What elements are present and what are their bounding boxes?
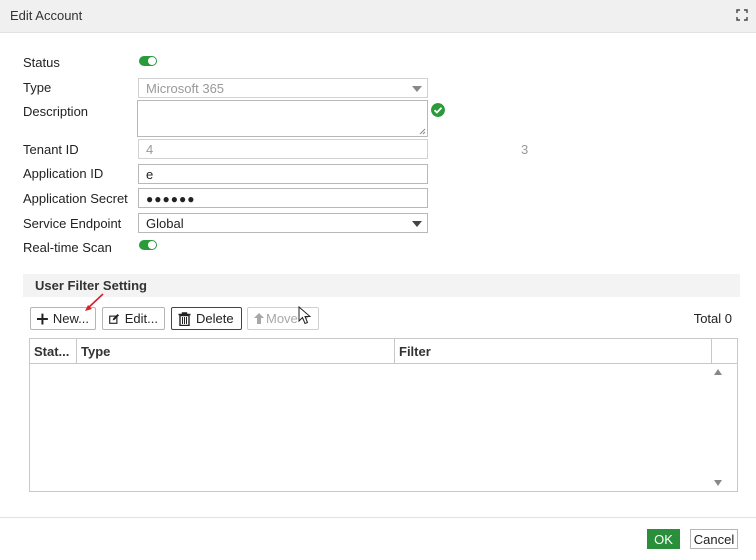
- type-label: Type: [23, 80, 52, 95]
- ok-button[interactable]: OK: [647, 529, 680, 549]
- dialog-titlebar: Edit Account: [0, 0, 756, 33]
- tenant-id-input[interactable]: 4 3: [138, 139, 528, 159]
- tenant-id-value-end: 3: [521, 142, 529, 157]
- type-select[interactable]: Microsoft 365: [138, 78, 428, 98]
- table-header: Stat... Type Filter: [30, 339, 737, 364]
- description-textarea[interactable]: [137, 100, 428, 137]
- checkmark-circle-icon: [431, 103, 445, 117]
- service-endpoint-value: Global: [146, 216, 184, 231]
- application-secret-value: ●●●●●●: [146, 192, 196, 206]
- realtime-scan-label: Real-time Scan: [23, 240, 112, 255]
- plus-icon: [37, 313, 48, 324]
- description-label: Description: [23, 104, 89, 119]
- application-id-label: Application ID: [23, 166, 104, 181]
- scroll-up-icon[interactable]: [714, 369, 722, 375]
- type-select-value: Microsoft 365: [146, 81, 225, 96]
- move-button-label: Move: [266, 311, 298, 326]
- delete-button-label: Delete: [196, 311, 234, 326]
- dialog-title: Edit Account: [10, 8, 83, 23]
- application-id-input[interactable]: e: [138, 164, 428, 184]
- section-title: User Filter Setting: [35, 278, 147, 293]
- resize-grip-icon[interactable]: [419, 128, 426, 135]
- expand-icon[interactable]: [736, 9, 748, 21]
- chevron-down-icon: [412, 86, 422, 92]
- column-header-type[interactable]: Type: [77, 339, 395, 363]
- chevron-down-icon: [412, 221, 422, 227]
- service-endpoint-select[interactable]: Global: [138, 213, 428, 233]
- edit-button-label: Edit...: [124, 311, 158, 326]
- column-header-status[interactable]: Stat...: [30, 339, 77, 363]
- delete-button[interactable]: Delete: [171, 307, 242, 330]
- application-secret-label: Application Secret: [23, 191, 128, 206]
- column-header-filter[interactable]: Filter: [395, 339, 712, 363]
- realtime-scan-toggle[interactable]: [139, 240, 157, 250]
- new-button-label: New...: [52, 311, 89, 326]
- status-toggle[interactable]: [139, 56, 157, 66]
- cancel-button[interactable]: Cancel: [690, 529, 738, 549]
- application-id-value: e: [146, 167, 154, 182]
- total-count: Total 0: [693, 311, 732, 326]
- dialog-footer: [0, 517, 756, 560]
- service-endpoint-label: Service Endpoint: [23, 216, 122, 231]
- user-filter-section-header: User Filter Setting: [23, 274, 740, 297]
- trash-icon: [178, 311, 191, 326]
- mouse-cursor-icon: [298, 306, 311, 325]
- red-annotation-arrow-icon: [85, 293, 104, 311]
- edit-button[interactable]: Edit...: [102, 307, 165, 330]
- tenant-id-label: Tenant ID: [23, 142, 79, 157]
- arrow-up-icon: [254, 313, 264, 324]
- status-label: Status: [23, 55, 60, 70]
- tenant-id-value-start: 4: [146, 142, 154, 157]
- user-filter-table: Stat... Type Filter: [29, 338, 738, 492]
- application-secret-input[interactable]: ●●●●●●: [138, 188, 428, 208]
- scroll-down-icon[interactable]: [714, 480, 722, 486]
- edit-icon: [109, 313, 120, 324]
